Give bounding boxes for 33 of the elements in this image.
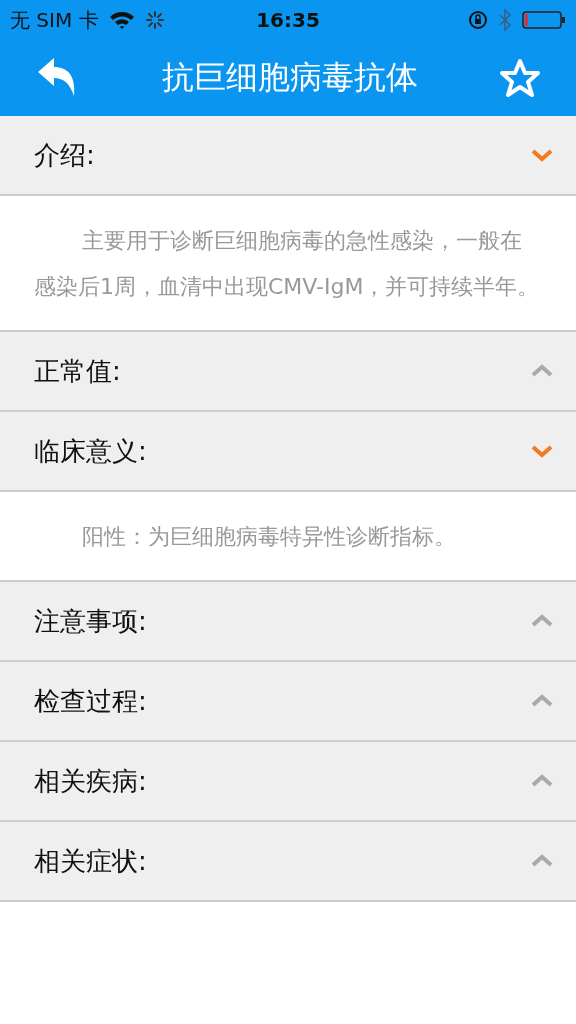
clock-text: 16:35 [256, 8, 320, 32]
section-label: 介绍: [34, 138, 95, 172]
section-label: 检查过程: [34, 684, 147, 718]
section-header[interactable]: 介绍: [0, 116, 576, 196]
section-label: 相关症状: [34, 844, 147, 878]
chevron-up-icon [530, 364, 554, 378]
favorite-button[interactable] [500, 58, 540, 98]
page-title: 抗巨细胞病毒抗体 [162, 57, 418, 98]
chevron-down-icon [530, 148, 554, 162]
rotation-lock-icon [468, 10, 488, 30]
chevron-up-icon [530, 774, 554, 788]
section-header[interactable]: 临床意义: [0, 412, 576, 492]
section-label: 注意事项: [34, 604, 147, 638]
chevron-up-icon [530, 854, 554, 868]
chevron-up-icon [530, 614, 554, 628]
chevron-up-icon [530, 694, 554, 708]
section-header[interactable]: 相关症状: [0, 822, 576, 902]
section-header[interactable]: 注意事项: [0, 582, 576, 662]
star-icon [500, 58, 540, 98]
section-label: 临床意义: [34, 434, 147, 468]
carrier-text: 无 SIM 卡 [10, 6, 99, 34]
spinner-icon [144, 10, 165, 30]
section-label: 相关疾病: [34, 764, 147, 798]
section-label: 正常值: [34, 354, 121, 388]
bluetooth-icon [498, 8, 512, 32]
wifi-icon [108, 10, 135, 30]
section-text: 阳性：为巨细胞病毒特异性诊断指标。 [81, 523, 458, 551]
section-header[interactable]: 相关疾病: [0, 742, 576, 822]
section-header[interactable]: 正常值: [0, 332, 576, 412]
section-text: 主要用于诊断巨细胞病毒的急性感染，一般在感染后1周，血清中出现CMV-IgM，并可持续半年。 [34, 227, 541, 301]
battery-icon [522, 11, 566, 29]
chevron-down-icon [530, 444, 554, 458]
section-header[interactable]: 检查过程: [0, 662, 576, 742]
